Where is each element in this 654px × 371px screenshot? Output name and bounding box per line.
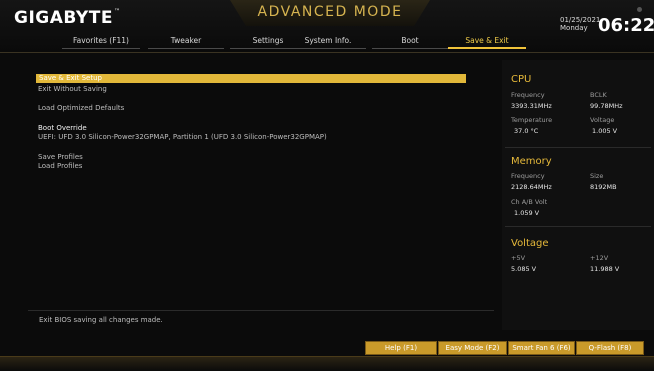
memory-frequency-label: Frequency (511, 172, 545, 180)
bottom-decor-bar (0, 356, 654, 371)
help-description: Exit BIOS saving all changes made. (39, 316, 163, 324)
help-divider (28, 310, 494, 311)
menu-boot-override-entry[interactable]: UEFI: UFD 3.0 Silicon-Power32GPMAP, Part… (38, 133, 327, 141)
tab-label: Settings (252, 36, 284, 45)
memory-title: Memory (511, 156, 552, 167)
memory-size-value: 8192MB (590, 183, 617, 191)
panel-divider (505, 226, 651, 227)
trademark-mark: ™ (113, 8, 121, 15)
tab-tweaker[interactable]: Tweaker (148, 35, 224, 49)
menu-exit-without-saving[interactable]: Exit Without Saving (38, 85, 107, 93)
menu-save-exit-setup[interactable]: Save & Exit Setup (39, 74, 102, 83)
corner-dot-icon (637, 7, 642, 12)
cpu-bclk-label: BCLK (590, 91, 607, 99)
day-value: Monday (560, 24, 588, 32)
tab-bar: Favorites (F11) Tweaker Settings System … (0, 33, 654, 49)
smart-fan-button[interactable]: Smart Fan 6 (F6) (508, 341, 575, 355)
memory-chab-volt-value: 1.059 V (514, 209, 540, 217)
qflash-button[interactable]: Q-Flash (F8) (576, 341, 644, 355)
voltage-title: Voltage (511, 238, 549, 249)
tab-label: Tweaker (170, 36, 202, 45)
tab-label: Boot (401, 36, 419, 45)
voltage-12v-label: +12V (590, 254, 609, 262)
cpu-voltage-value: 1.005 V (592, 127, 618, 135)
tab-system-info[interactable]: System Info. (290, 35, 366, 49)
cpu-temperature-value: 37.0 °C (514, 127, 539, 135)
menu-save-profiles[interactable]: Save Profiles (38, 153, 83, 161)
help-button[interactable]: Help (F1) (365, 341, 437, 355)
easy-mode-button[interactable]: Easy Mode (F2) (438, 341, 507, 355)
menu-load-optimized-defaults[interactable]: Load Optimized Defaults (38, 104, 124, 112)
gigabyte-logo: GIGABYTE™ (14, 8, 120, 28)
cpu-bclk-value: 99.78MHz (590, 102, 623, 110)
memory-chab-volt-label: Ch A/B Volt (511, 198, 548, 206)
cpu-frequency-value: 3393.31MHz (511, 102, 552, 110)
tab-save-exit[interactable]: Save & Exit (448, 35, 526, 49)
tab-label: System Info. (304, 36, 352, 45)
tab-label: Save & Exit (465, 36, 509, 45)
voltage-12v-value: 11.988 V (590, 265, 620, 273)
hardware-monitor-panel (502, 60, 654, 330)
cpu-temperature-label: Temperature (511, 116, 553, 124)
cpu-frequency-label: Frequency (511, 91, 545, 99)
memory-frequency-value: 2128.64MHz (511, 183, 552, 191)
date-value: 01/25/2021 (560, 16, 601, 24)
boot-override-heading: Boot Override (38, 124, 87, 132)
mode-title: ADVANCED MODE (257, 4, 403, 20)
memory-size-label: Size (590, 172, 604, 180)
cpu-voltage-label: Voltage (590, 116, 615, 124)
brand-name: GIGABYTE (14, 8, 113, 28)
tab-favorites[interactable]: Favorites (F11) (62, 35, 140, 49)
tab-boot[interactable]: Boot (372, 35, 448, 49)
voltage-5v-label: +5V (511, 254, 526, 262)
tab-label: Favorites (F11) (73, 36, 129, 45)
panel-divider (505, 147, 651, 148)
cpu-title: CPU (511, 74, 532, 85)
date-display: 01/25/2021 Monday (560, 16, 600, 32)
menu-load-profiles[interactable]: Load Profiles (38, 162, 82, 170)
voltage-5v-value: 5.085 V (511, 265, 537, 273)
